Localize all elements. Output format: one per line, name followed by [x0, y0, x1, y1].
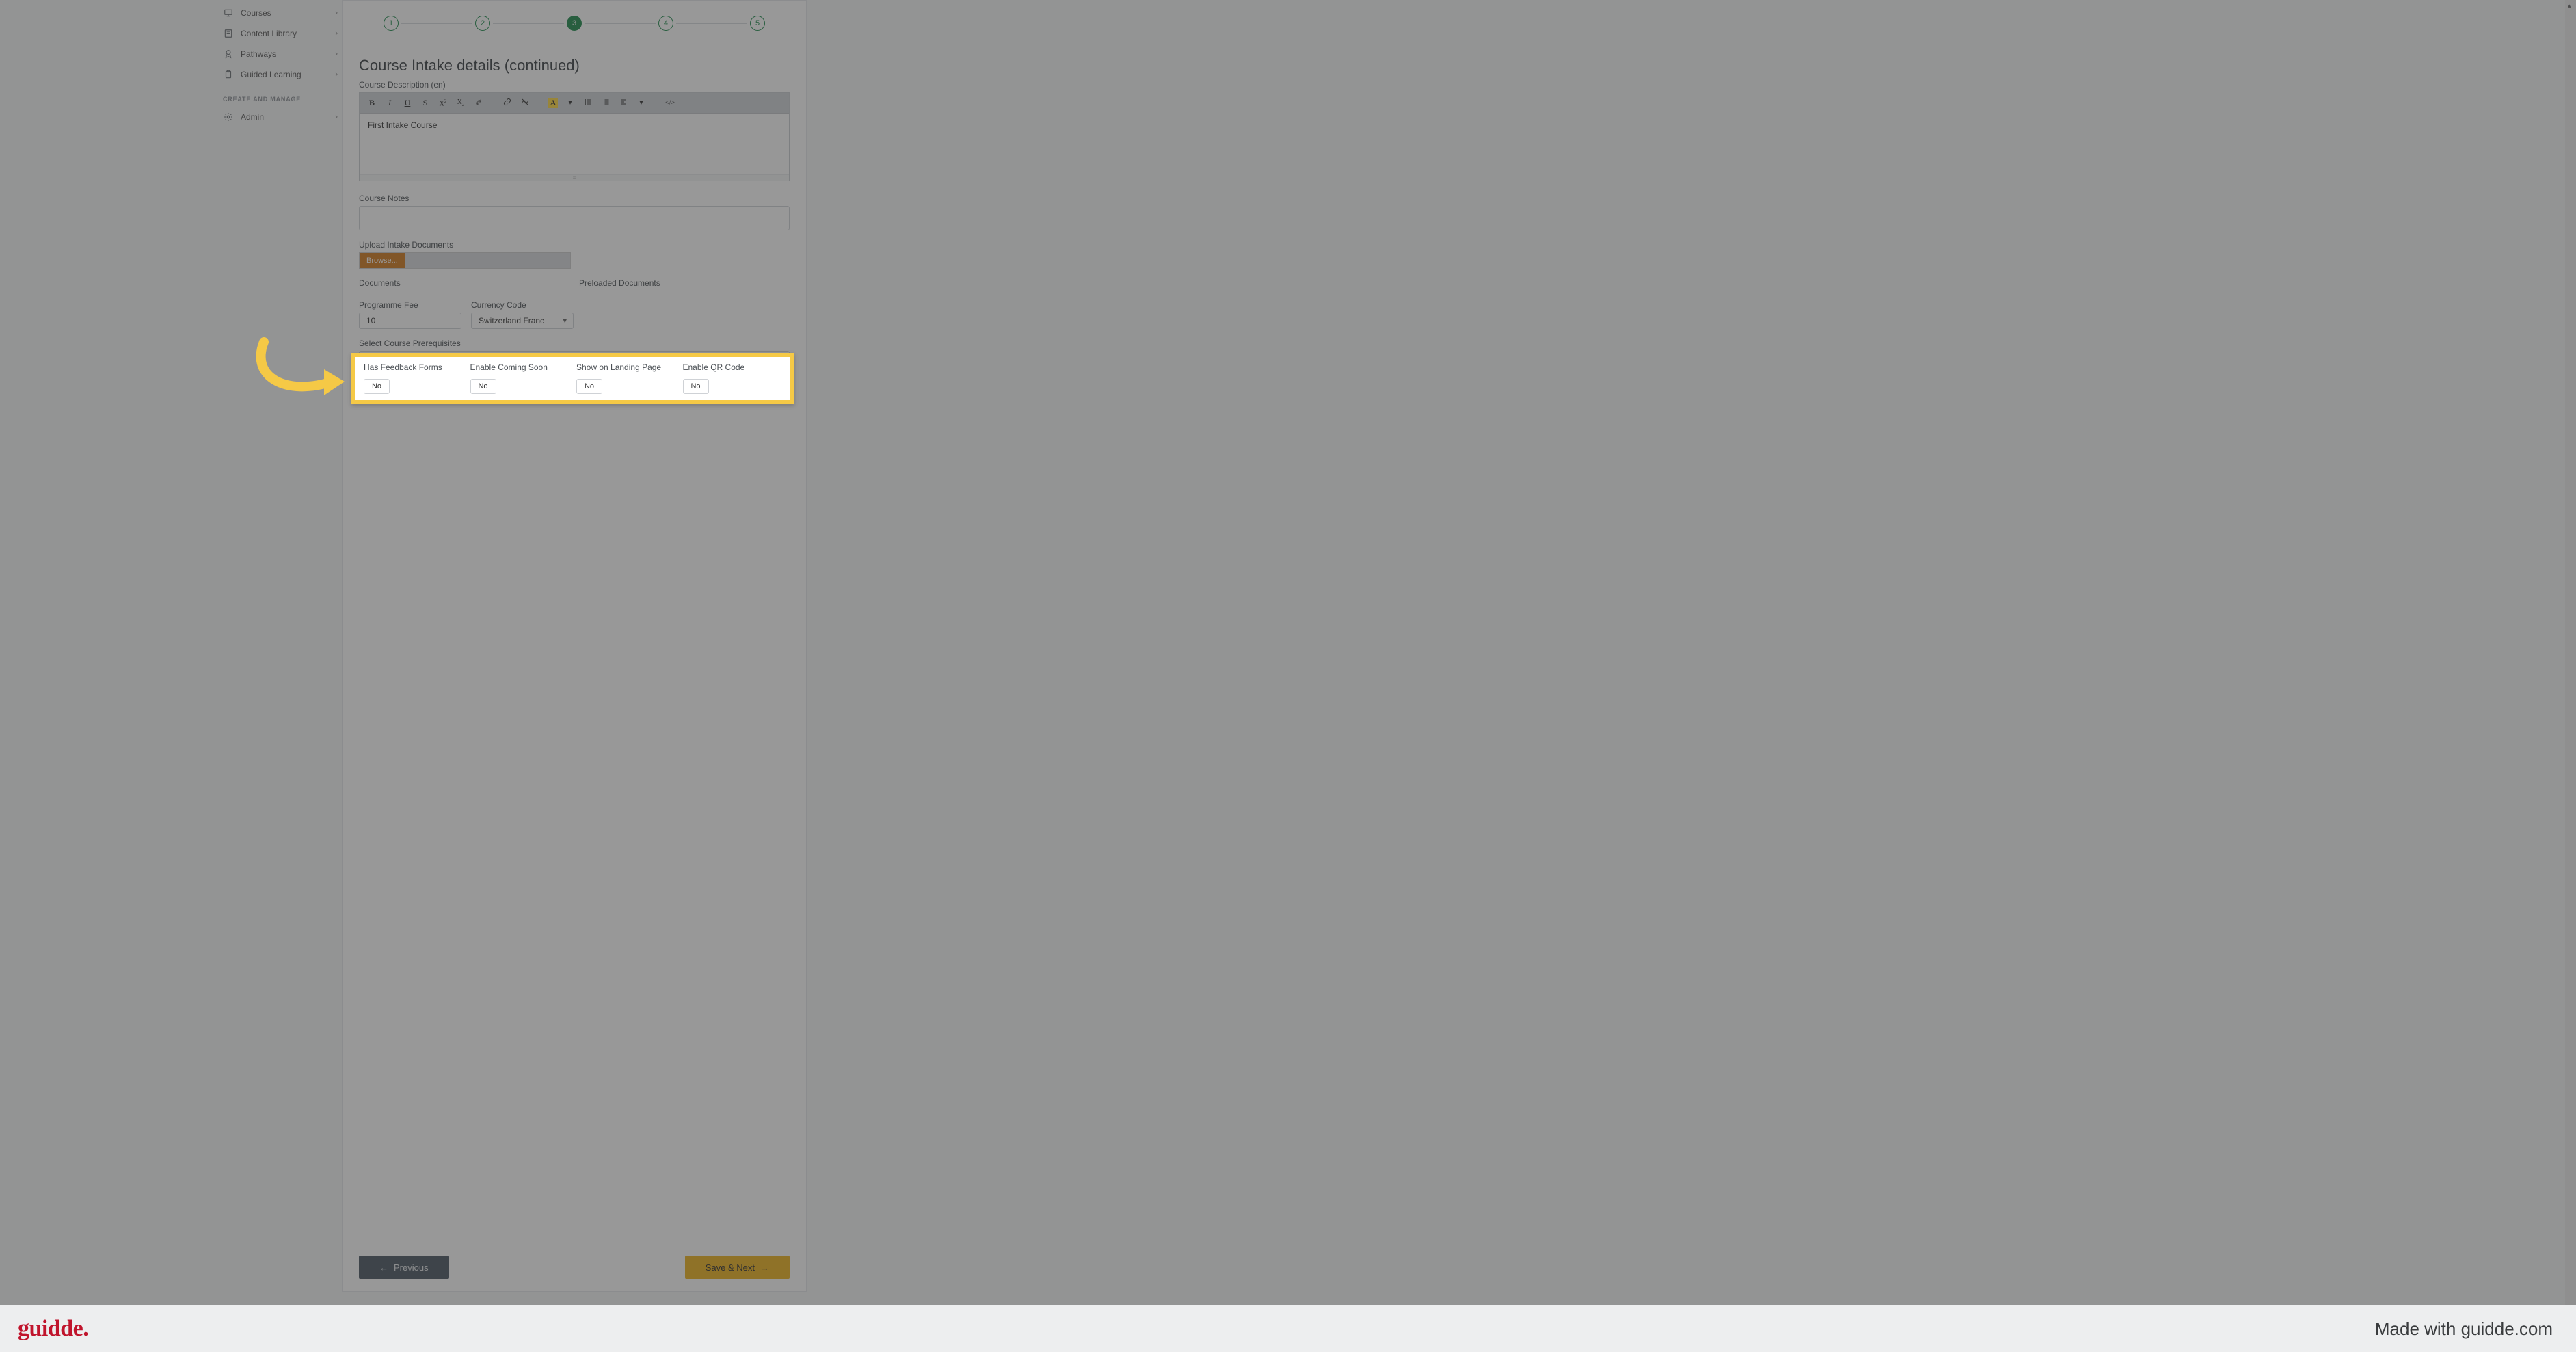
step-4[interactable]: 4: [658, 16, 673, 31]
sidebar: Courses › Content Library › Pathways › G…: [219, 0, 342, 127]
feedback-toggle[interactable]: No: [364, 379, 390, 394]
documents-label: Documents: [359, 278, 569, 288]
chevron-down-icon[interactable]: ▾: [636, 99, 647, 107]
sidebar-item-admin[interactable]: Admin ›: [219, 107, 342, 127]
highlighted-toggles-panel: Has Feedback Forms No Enable Coming Soon…: [351, 353, 794, 404]
gear-icon: [223, 111, 234, 122]
upload-bar: Browse...: [359, 252, 571, 269]
superscript-icon[interactable]: X2: [438, 98, 448, 107]
book-icon: [223, 28, 234, 39]
stepper: 1 2 3 4 5: [359, 1, 790, 38]
coming-soon-toggle[interactable]: No: [470, 379, 496, 394]
sidebar-item-label: Pathways: [241, 49, 328, 59]
coming-soon-label: Enable Coming Soon: [470, 362, 570, 372]
chevron-right-icon: ›: [335, 113, 338, 121]
form-footer: ← Previous Save & Next →: [359, 1243, 790, 1279]
landing-label: Show on Landing Page: [576, 362, 676, 372]
description-label: Course Description (en): [359, 80, 790, 90]
sidebar-section-title: CREATE AND MANAGE: [219, 85, 342, 107]
badge-icon: [223, 49, 234, 59]
monitor-icon: [223, 8, 234, 18]
qr-label: Enable QR Code: [683, 362, 783, 372]
text-color-icon[interactable]: A: [548, 98, 558, 108]
step-connector: [401, 23, 472, 24]
qr-toggle[interactable]: No: [683, 379, 709, 394]
arrow-right-icon: →: [760, 1262, 769, 1273]
save-next-label: Save & Next: [706, 1262, 755, 1273]
step-5[interactable]: 5: [750, 16, 765, 31]
description-input[interactable]: First Intake Course: [360, 114, 789, 175]
form-card: 1 2 3 4 5 Course Intake details (continu…: [342, 0, 807, 1292]
upload-label: Upload Intake Documents: [359, 240, 790, 250]
landing-toggle[interactable]: No: [576, 379, 602, 394]
link-icon[interactable]: [502, 98, 513, 109]
unlink-icon[interactable]: [520, 98, 531, 109]
rte-toolbar: B I U S X2 X2 ✐ A ▾: [360, 93, 789, 114]
step-connector: [585, 23, 656, 24]
ordered-list-icon[interactable]: [600, 98, 611, 109]
guidde-logo: guidde.: [18, 1316, 88, 1342]
step-2[interactable]: 2: [475, 16, 490, 31]
scrollbar[interactable]: ▴: [2565, 0, 2576, 1305]
previous-button[interactable]: ← Previous: [359, 1256, 449, 1279]
preloaded-documents-label: Preloaded Documents: [579, 278, 790, 288]
scroll-up-icon: ▴: [2568, 2, 2571, 10]
notes-input[interactable]: [359, 206, 790, 230]
italic-icon[interactable]: I: [384, 98, 395, 108]
subscript-icon[interactable]: X2: [455, 98, 466, 107]
unordered-list-icon[interactable]: [582, 98, 593, 109]
underline-icon[interactable]: U: [402, 98, 413, 108]
chevron-right-icon: ›: [335, 29, 338, 38]
resize-handle[interactable]: ≡: [360, 175, 789, 181]
made-with-text: Made with guidde.com: [2375, 1318, 2553, 1340]
currency-label: Currency Code: [471, 300, 574, 310]
sidebar-item-courses[interactable]: Courses ›: [219, 3, 342, 23]
sidebar-item-pathways[interactable]: Pathways ›: [219, 44, 342, 64]
feedback-label: Has Feedback Forms: [364, 362, 464, 372]
prereq-label: Select Course Prerequisites: [359, 339, 790, 348]
chevron-right-icon: ›: [335, 50, 338, 58]
rich-text-editor: B I U S X2 X2 ✐ A ▾: [359, 92, 790, 181]
sidebar-item-content-library[interactable]: Content Library ›: [219, 23, 342, 44]
sidebar-item-label: Content Library: [241, 29, 328, 38]
chevron-down-icon[interactable]: ▾: [565, 99, 576, 107]
code-icon[interactable]: </>: [665, 99, 675, 107]
currency-select[interactable]: Switzerland Franc: [471, 313, 574, 329]
browse-button[interactable]: Browse...: [360, 253, 405, 268]
step-1[interactable]: 1: [384, 16, 399, 31]
sidebar-item-label: Guided Learning: [241, 70, 328, 79]
sidebar-item-label: Courses: [241, 8, 328, 18]
page-title: Course Intake details (continued): [359, 57, 790, 75]
app-surface: Courses › Content Library › Pathways › G…: [0, 0, 2576, 1305]
step-connector: [493, 23, 564, 24]
upload-track: [405, 253, 570, 268]
step-3[interactable]: 3: [567, 16, 582, 31]
fee-input[interactable]: [359, 313, 461, 329]
eraser-icon[interactable]: ✐: [473, 98, 484, 108]
previous-label: Previous: [394, 1262, 429, 1273]
sidebar-item-label: Admin: [241, 112, 328, 122]
chevron-right-icon: ›: [335, 9, 338, 17]
align-icon[interactable]: [618, 98, 629, 109]
save-next-button[interactable]: Save & Next →: [685, 1256, 790, 1279]
clipboard-icon: [223, 69, 234, 80]
arrow-left-icon: ←: [379, 1262, 388, 1273]
strike-icon[interactable]: S: [420, 98, 431, 108]
chevron-right-icon: ›: [335, 70, 338, 79]
step-connector: [676, 23, 747, 24]
bold-icon[interactable]: B: [366, 98, 377, 108]
guidde-banner: guidde. Made with guidde.com: [0, 1305, 2576, 1352]
sidebar-item-guided-learning[interactable]: Guided Learning ›: [219, 64, 342, 85]
notes-label: Course Notes: [359, 194, 790, 203]
fee-label: Programme Fee: [359, 300, 461, 310]
